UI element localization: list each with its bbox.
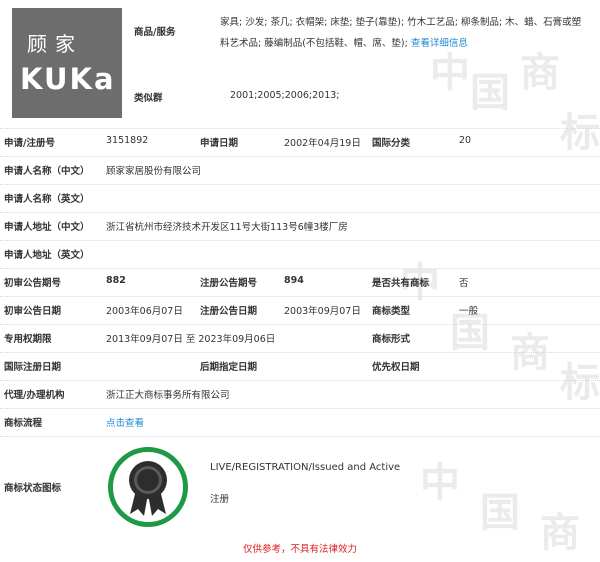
flow-label: 商标流程 xyxy=(4,418,43,429)
prelim-no-label: 初审公告期号 xyxy=(4,278,62,289)
registered-seal xyxy=(108,447,188,527)
legal-notice: 仅供参考，不具有法律效力 xyxy=(242,544,357,555)
award-ribbon-icon xyxy=(129,461,167,516)
watermark: 标 xyxy=(560,110,600,156)
address-en-label: 申请人地址（英文） xyxy=(4,250,90,261)
row-divider xyxy=(0,352,600,353)
reg-pub-date-label: 注册公告日期 xyxy=(200,306,258,317)
row-divider xyxy=(0,436,600,437)
logo-cn-text: 顾家 xyxy=(27,32,83,56)
status-label: 商标状态图标 xyxy=(4,483,62,494)
similar-group-label: 类似群 xyxy=(134,93,163,104)
exclusive-value: 2013年09月07日 至 2023年09月06日 xyxy=(106,334,276,345)
reg-pub-date-value: 2003年09月07日 xyxy=(284,306,361,317)
exclusive-label: 专用权期限 xyxy=(4,334,52,345)
row-divider xyxy=(0,184,600,185)
goods-detail-link[interactable]: 查看详细信息 xyxy=(411,38,468,49)
row-divider xyxy=(0,128,600,129)
applicant-en-label: 申请人名称（英文） xyxy=(4,194,90,205)
row-divider xyxy=(0,296,600,297)
address-cn-value: 浙江省杭州市经济技术开发区11号大街113号6幢3楼厂房 xyxy=(106,222,348,233)
goods-text: 家具; 沙发; 茶几; 衣帽架; 床垫; 垫子(靠垫); 竹木工艺品; 柳条制品… xyxy=(220,17,582,49)
shared-label: 是否共有商标 xyxy=(372,278,430,289)
row-divider xyxy=(0,240,600,241)
logo-en-text: KUKa xyxy=(20,62,116,96)
flow-link[interactable]: 点击查看 xyxy=(106,415,144,429)
goods-label: 商品/服务 xyxy=(134,27,176,38)
row-divider xyxy=(0,156,600,157)
trademark-logo: 顾家 KUKa xyxy=(12,8,122,118)
priority-label: 优先权日期 xyxy=(372,362,420,373)
prelim-no-value: 882 xyxy=(106,275,126,286)
intl-class-value: 20 xyxy=(459,135,472,146)
applicant-cn-label: 申请人名称（中文） xyxy=(4,166,90,177)
row-divider xyxy=(0,408,600,409)
watermark: 国 xyxy=(470,70,510,116)
agent-value: 浙江正大商标事务所有限公司 xyxy=(106,390,230,401)
tm-form-label: 商标形式 xyxy=(372,334,411,345)
similar-group-value: 2001;2005;2006;2013; xyxy=(230,90,340,101)
watermark: 中 xyxy=(420,460,460,506)
reg-pub-no-label: 注册公告期号 xyxy=(200,278,258,289)
prelim-date-label: 初审公告日期 xyxy=(4,306,62,317)
reg-no-value: 3151892 xyxy=(106,135,149,146)
apply-date-label: 申请日期 xyxy=(200,138,239,149)
agent-label: 代理/办理机构 xyxy=(4,390,65,401)
status-cn: 注册 xyxy=(210,494,230,505)
applicant-cn-value: 顾家家居股份有限公司 xyxy=(106,166,202,177)
intl-reg-date-label: 国际注册日期 xyxy=(4,362,62,373)
watermark: 标 xyxy=(560,360,600,406)
apply-date-value: 2002年04月19日 xyxy=(284,138,361,149)
row-divider xyxy=(0,212,600,213)
tm-type-value: 一般 xyxy=(459,306,479,317)
later-date-label: 后期指定日期 xyxy=(200,362,258,373)
prelim-date-value: 2003年06月07日 xyxy=(106,306,183,317)
status-en: LIVE/REGISTRATION/Issued and Active xyxy=(210,462,401,473)
intl-class-label: 国际分类 xyxy=(372,138,411,149)
goods-text-block: 家具; 沙发; 茶几; 衣帽架; 床垫; 垫子(靠垫); 竹木工艺品; 柳条制品… xyxy=(220,12,590,54)
watermark: 国 xyxy=(480,490,520,536)
reg-no-label: 申请/注册号 xyxy=(4,138,55,149)
address-cn-label: 申请人地址（中文） xyxy=(4,222,90,233)
reg-pub-no-value: 894 xyxy=(284,275,304,286)
tm-type-label: 商标类型 xyxy=(372,306,411,317)
watermark: 商 xyxy=(510,330,550,376)
row-divider xyxy=(0,380,600,381)
shared-value: 否 xyxy=(459,278,469,289)
row-divider xyxy=(0,268,600,269)
row-divider xyxy=(0,324,600,325)
